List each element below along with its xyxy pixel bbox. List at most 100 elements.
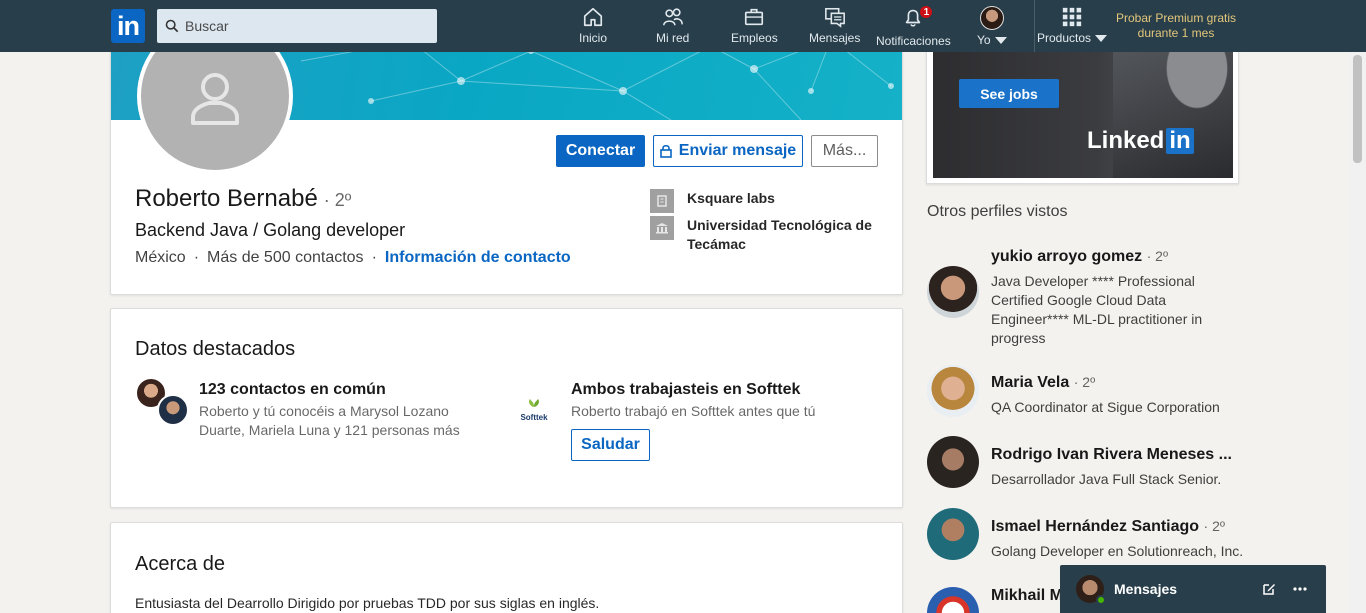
viewed-profile-desc: Golang Developer en Solutionreach, Inc. (991, 543, 1244, 559)
separator-dot: · (371, 249, 377, 266)
nav-messaging-label: Mensajes (809, 31, 861, 45)
profile-avatar[interactable] (927, 365, 979, 417)
profile-name-row[interactable]: Rodrigo Ivan Rivera Meneses ... (991, 446, 1232, 464)
more-options-icon[interactable] (1293, 587, 1307, 591)
about-card: Acerca de Entusiasta del Dearrollo Dirig… (110, 522, 903, 613)
viewed-profile-name: Rodrigo Ivan Rivera Meneses ... (991, 446, 1232, 463)
worked-together-desc: Roberto trabajó en Softtek antes que tú (571, 403, 816, 419)
building-icon (650, 189, 674, 213)
messaging-icon (824, 7, 845, 28)
see-jobs-button[interactable]: See jobs (959, 79, 1059, 108)
messaging-bar[interactable]: Mensajes (1060, 565, 1326, 613)
nav-notifications[interactable]: 1 Notificaciones (876, 5, 951, 48)
person-silhouette-icon (191, 73, 239, 125)
nav-products[interactable]: Productos (1037, 6, 1108, 48)
profile-location: México (135, 249, 186, 266)
user-avatar (979, 6, 1004, 30)
other-profiles-title: Otros perfiles vistos (927, 203, 1068, 220)
viewed-profile-name: yukio arroyo gomez (991, 248, 1143, 265)
briefcase-icon (745, 8, 764, 26)
highlights-title: Datos destacados (135, 338, 296, 360)
viewed-profile-degree: · 2º (1146, 248, 1169, 264)
worked-together-title[interactable]: Ambos trabajasteis en Softtek (571, 381, 800, 399)
viewed-profile-degree: · 2º (1203, 518, 1225, 534)
linkedin-ad-logo: Linked in (1087, 127, 1194, 155)
viewed-profile-desc: Desarrollador Java Full Stack Senior. (991, 471, 1222, 487)
nav-products-label: Productos (1037, 31, 1092, 45)
chevron-down-icon (1095, 35, 1108, 43)
nav-divider (1034, 0, 1035, 52)
more-button[interactable]: Más... (811, 135, 878, 167)
school-icon (650, 216, 674, 240)
nav-me[interactable]: Yo (977, 6, 1007, 48)
search-box[interactable] (157, 9, 437, 43)
profile-name: Roberto Bernabé (135, 185, 318, 212)
profile-location-line: México · Más de 500 contactos · Información … (135, 249, 571, 267)
top-navigation: in Inicio Mi red Empleos Mensajes 1 Noti… (0, 0, 1366, 52)
profile-name-row[interactable]: yukio arroyo gomez · 2º (991, 248, 1168, 266)
about-title: Acerca de (135, 553, 226, 575)
mutual-contacts-desc: Roberto y tú conocéis a Marysol Lozano D… (199, 403, 460, 438)
profile-name-row: Roberto Bernabé · 2º (135, 185, 351, 213)
profile-avatar[interactable] (927, 266, 979, 318)
profile-name-row[interactable]: Ismael Hernández Santiago · 2º (991, 518, 1225, 536)
company-name: Ksquare labs (687, 190, 775, 206)
profile-headline: Backend Java / Golang developer (135, 220, 406, 240)
nav-jobs[interactable]: Empleos (731, 6, 778, 48)
search-input[interactable] (185, 18, 425, 34)
compose-icon[interactable] (1262, 582, 1276, 596)
profile-avatar[interactable] (927, 508, 979, 560)
softtek-leaf-icon (529, 399, 539, 407)
viewed-profile-degree: · 2º (1073, 374, 1096, 390)
nav-home[interactable]: Inicio (579, 6, 607, 48)
profile-name-row[interactable]: Maria Vela · 2º (991, 374, 1095, 392)
current-company[interactable]: Ksquare labs (650, 189, 880, 213)
nav-me-label-wrap: Yo (977, 33, 1007, 47)
separator-dot: · (193, 249, 200, 266)
linkedin-ad-in-box: in (1166, 128, 1194, 154)
school-name: Universidad Tecnológica de Tecámac (687, 217, 872, 252)
profile-avatar[interactable] (927, 587, 979, 613)
people-icon (662, 8, 683, 26)
contact-info-link[interactable]: Información de contacto (385, 249, 571, 266)
nav-my-network[interactable]: Mi red (656, 6, 689, 48)
premium-trial-link[interactable]: Probar Premium gratis durante 1 mes (1110, 11, 1242, 41)
connect-button[interactable]: Conectar (556, 135, 645, 167)
chevron-down-icon (994, 37, 1007, 45)
linkedin-logo[interactable]: in (111, 9, 145, 43)
online-status-dot (1096, 595, 1106, 605)
softtek-logo-text: Softtek (520, 413, 548, 422)
send-message-button[interactable]: Enviar mensaje (653, 135, 803, 167)
highlights-card: Datos destacados 123 contactos en común … (110, 308, 903, 508)
grid-icon (1062, 7, 1082, 27)
viewed-profile-name: Maria Vela (991, 374, 1070, 391)
nav-messaging[interactable]: Mensajes (809, 6, 860, 48)
nav-products-label-wrap: Productos (1037, 31, 1108, 45)
viewed-profile-desc: QA Coordinator at Sigue Corporation (991, 399, 1220, 415)
profile-name-row[interactable]: Mikhail M (991, 587, 1063, 605)
nav-my-network-label: Mi red (656, 31, 690, 45)
mutual-contact-avatar[interactable] (157, 394, 189, 426)
nav-home-label: Inicio (579, 31, 608, 45)
say-hello-button[interactable]: Saludar (571, 429, 650, 461)
search-icon (165, 19, 179, 33)
page-scrollbar[interactable] (1349, 52, 1366, 613)
send-message-label: Enviar mensaje (678, 142, 797, 159)
profile-avatar[interactable] (927, 436, 979, 488)
nav-me-label: Yo (977, 33, 991, 47)
nav-notifications-label: Notificaciones (876, 34, 951, 48)
job-ad-card[interactable]: think See jobs Linkedin (926, 40, 1239, 184)
job-ad-image: think See jobs Linkedin (933, 41, 1233, 178)
notification-badge: 1 (919, 5, 934, 19)
softtek-logo: Softtek (516, 395, 552, 422)
education-school[interactable]: Universidad Tecnológica de Tecámac (650, 216, 880, 254)
viewed-profile-desc: Java Developer **** Professional Certifi… (991, 273, 1203, 346)
scrollbar-thumb[interactable] (1353, 55, 1362, 163)
nav-jobs-label: Empleos (731, 31, 778, 45)
mutual-contacts-title[interactable]: 123 contactos en común (199, 381, 386, 399)
messaging-avatar (1076, 575, 1106, 605)
ad-photo-person (1113, 41, 1233, 178)
home-icon (583, 7, 603, 27)
connection-degree: · 2º (323, 190, 352, 210)
linkedin-ad-wordmark: Linked (1087, 127, 1165, 154)
